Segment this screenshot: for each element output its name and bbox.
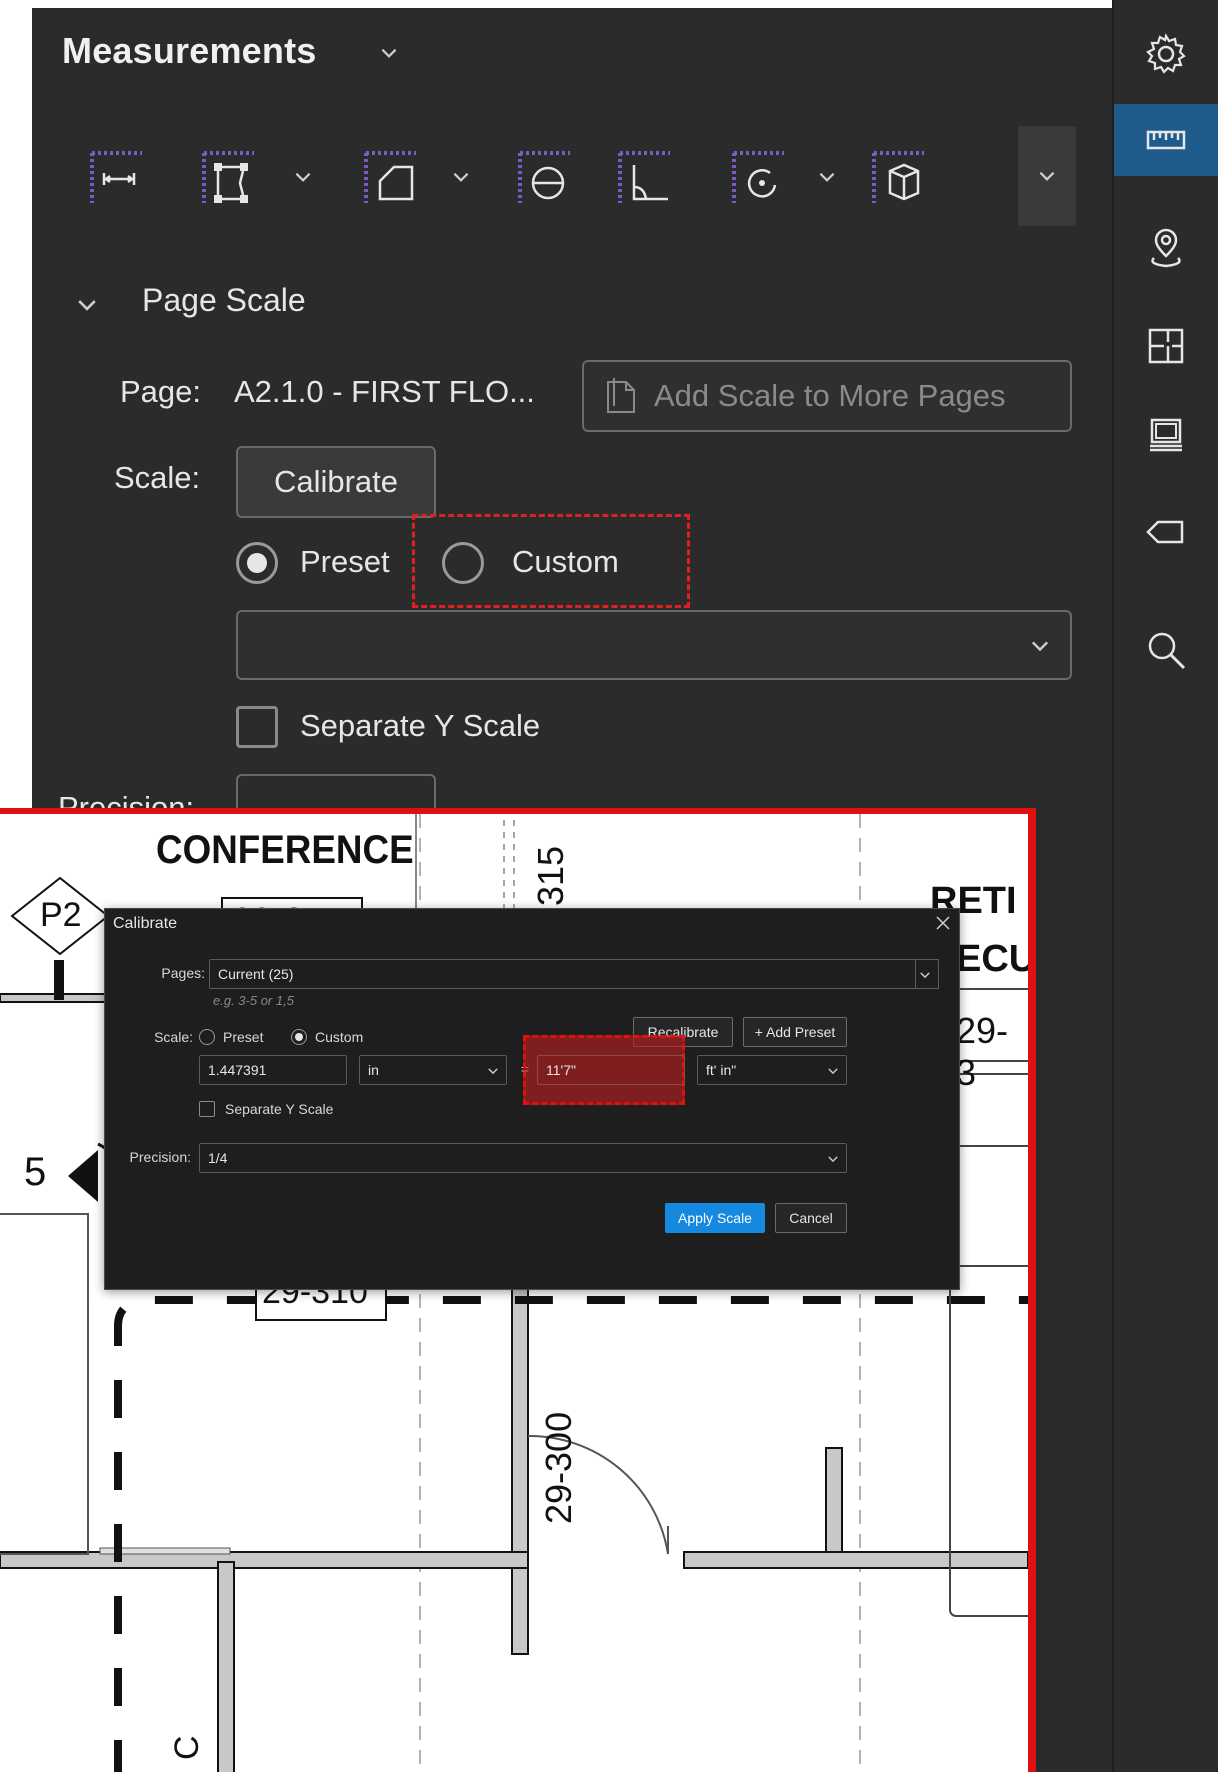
separate-y-label: Separate Y Scale [300,708,541,743]
page-label: Page: [120,374,202,409]
chevron-down-icon[interactable] [378,42,400,64]
right-sidebar [1112,0,1218,1772]
preset-radio[interactable] [199,1029,215,1045]
cancel-button[interactable]: Cancel [775,1203,847,1233]
chevron-down-icon [1031,641,1049,652]
calibrate-dialog: Calibrate Pages: Current (25) e.g. 3-5 o… [104,908,960,1290]
pages-select[interactable]: Current (25) [209,959,939,989]
apply-scale-button[interactable]: Apply Scale [665,1203,765,1233]
vertical-label-2: 29-300 [538,1411,579,1524]
perimeter-tool-icon[interactable] [200,148,258,208]
tag-icon[interactable] [1114,496,1218,568]
scale-value-input[interactable]: 1.447391 [199,1055,347,1085]
preset-radio[interactable] [236,542,278,584]
scale-unit: in [368,1062,379,1078]
volume-tool-icon[interactable] [870,148,928,208]
separate-y-checkbox[interactable] [199,1101,215,1117]
area-tool-icon[interactable] [362,148,420,208]
gear-icon[interactable] [1114,18,1218,90]
pages-value: Current (25) [218,966,294,982]
chevron-down-icon[interactable] [292,166,314,188]
add-scale-button[interactable]: Add Scale to More Pages [582,360,1072,432]
ruler-icon[interactable] [1114,104,1218,176]
scale-label: Scale: [114,460,201,495]
diameter-tool-icon[interactable] [516,148,574,208]
chevron-down-icon [488,1068,498,1075]
search-icon[interactable] [1114,614,1218,686]
world-unit: ft' in" [706,1062,737,1078]
preset-label: Preset [223,1029,264,1045]
chevron-down-icon[interactable] [450,166,472,188]
scale-label: Scale: [154,1029,193,1045]
world-unit-select[interactable]: ft' in" [697,1055,847,1085]
custom-label: Custom [512,544,619,579]
precision-label: Precision: [129,1149,191,1165]
top-edge [0,0,1218,8]
precision-value: 1/4 [208,1150,228,1166]
pages-hint: e.g. 3-5 or 1,5 [213,993,294,1008]
custom-radio[interactable] [291,1029,307,1045]
world-value: 11'7" [546,1062,576,1078]
dialog-title: Calibrate [113,915,178,932]
chevron-down-icon [828,1068,838,1075]
separate-y-label: Separate Y Scale [225,1101,334,1117]
pages-label: Pages: [161,965,205,981]
scale-unit-select[interactable]: in [359,1055,507,1085]
arc-tool-icon[interactable] [730,148,788,208]
chevron-down-icon[interactable] [816,166,838,188]
location-pin-icon[interactable] [1114,212,1218,284]
layers-icon[interactable] [1114,400,1218,472]
scale-value: 1.447391 [208,1062,267,1078]
precision-label: Precision: [58,790,195,808]
world-value-input[interactable]: 11'7" [537,1055,685,1085]
separate-y-checkbox[interactable] [236,706,278,748]
preset-scale-select[interactable] [236,610,1072,680]
tag-p2: P2 [40,896,82,934]
partial-c: C [168,1735,206,1760]
page-value: A2.1.0 - FIRST FLO... [234,374,535,409]
angle-tool-icon[interactable] [616,148,674,208]
more-tools-button[interactable] [1018,126,1076,226]
section-title[interactable]: Page Scale [142,282,306,319]
precision-select[interactable]: 1/4 [199,1143,847,1173]
panel-title[interactable]: Measurements [62,30,317,72]
chevron-down-icon [828,1156,838,1163]
chevron-down-icon [920,972,930,979]
section-marker: 5 [24,1150,47,1194]
pages-icon [607,378,635,413]
add-preset-button[interactable]: + Add Preset [743,1017,847,1047]
floorplan-icon[interactable] [1114,310,1218,382]
close-icon[interactable] [935,915,951,931]
precision-select[interactable] [236,774,436,808]
chevron-down-icon [1039,171,1055,181]
calibrate-button[interactable]: Calibrate [236,446,436,518]
chevron-down-icon [1030,1634,1036,1658]
vertical-label-1: 315 [530,845,571,906]
partial-title-2: ECU [956,938,1036,980]
chevron-down-icon[interactable] [74,292,100,318]
room-title: CONFERENCE [156,828,414,872]
custom-radio[interactable] [442,542,484,584]
partial-room: 29-3 [956,1010,1009,1093]
distance-tool-icon[interactable] [88,148,146,208]
add-scale-label: Add Scale to More Pages [654,378,1006,413]
custom-label: Custom [315,1029,364,1045]
preset-label: Preset [300,544,390,579]
